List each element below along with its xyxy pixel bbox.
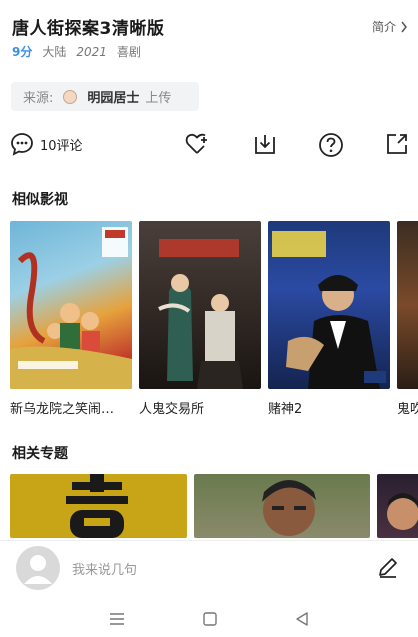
pencil-icon: [379, 558, 397, 578]
poster-caption: 鬼吹: [397, 402, 418, 417]
download-button[interactable]: [253, 132, 277, 156]
comment-bubble-icon: [11, 133, 33, 156]
poster-caption: 新乌龙院之笑闹…: [10, 402, 115, 417]
poster-image: [139, 221, 261, 389]
home-square-icon[interactable]: [202, 611, 218, 627]
menu-icon[interactable]: [108, 611, 126, 627]
poster-item[interactable]: 赌神2: [268, 221, 390, 417]
similar-section-title: 相似影视: [12, 192, 68, 208]
user-placeholder-icon: [24, 555, 52, 584]
poster-item[interactable]: 鬼吹: [397, 221, 418, 417]
source-prefix: 来源:: [23, 91, 54, 106]
uploader-avatar: [63, 89, 78, 104]
system-nav-bar: [0, 600, 418, 637]
genre: 喜剧: [116, 45, 141, 59]
poster-item[interactable]: 人鬼交易所: [139, 221, 261, 417]
header: 唐人街探案3清晰版 简介: [12, 14, 408, 39]
chevron-right-icon: [401, 21, 407, 32]
back-triangle-icon[interactable]: [294, 611, 310, 627]
topic-card[interactable]: [10, 474, 187, 538]
poster-caption: 人鬼交易所: [139, 402, 205, 417]
edit-button[interactable]: [376, 555, 400, 583]
favorite-button[interactable]: [185, 132, 211, 156]
topics-list: [10, 474, 418, 538]
topic-card[interactable]: [194, 474, 370, 538]
topic-card[interactable]: [377, 474, 418, 538]
poster-image: [268, 221, 390, 389]
upload-label: 上传: [145, 91, 172, 106]
download-icon: [255, 135, 275, 154]
user-avatar[interactable]: [16, 546, 60, 590]
topics-section-title: 相关专题: [12, 446, 68, 462]
share-button[interactable]: [385, 132, 409, 156]
poster-item[interactable]: 新乌龙院之笑闹…: [10, 221, 132, 417]
poster-caption: 赌神2: [268, 402, 303, 417]
score: 9分: [12, 45, 33, 59]
intro-label: 简介: [371, 20, 396, 34]
share-icon: [387, 134, 407, 154]
year: 2021: [76, 44, 107, 59]
page-title: 唐人街探案3清晰版: [12, 19, 165, 39]
comments-button[interactable]: 10评论: [10, 132, 83, 156]
similar-list: 新乌龙院之笑闹… 人鬼交易所 赌神2 鬼: [10, 221, 418, 421]
poster-image: [10, 221, 132, 389]
meta-row: 9分 大陆 2021 喜剧: [12, 43, 141, 60]
heart-plus-icon: [185, 133, 207, 154]
comment-input[interactable]: 我来说几句: [72, 559, 137, 578]
region: 大陆: [42, 45, 67, 59]
comments-label: 10评论: [40, 138, 83, 154]
question-icon: [319, 133, 343, 157]
uploader-name: 明园居士: [87, 91, 140, 106]
intro-button[interactable]: 简介: [372, 18, 408, 35]
help-button[interactable]: [318, 132, 344, 158]
poster-image: [397, 221, 418, 389]
comment-bar: 我来说几句: [0, 540, 418, 596]
actions-row: 10评论: [10, 132, 408, 162]
source-tag[interactable]: 来源: 明园居士 上传: [11, 82, 199, 111]
